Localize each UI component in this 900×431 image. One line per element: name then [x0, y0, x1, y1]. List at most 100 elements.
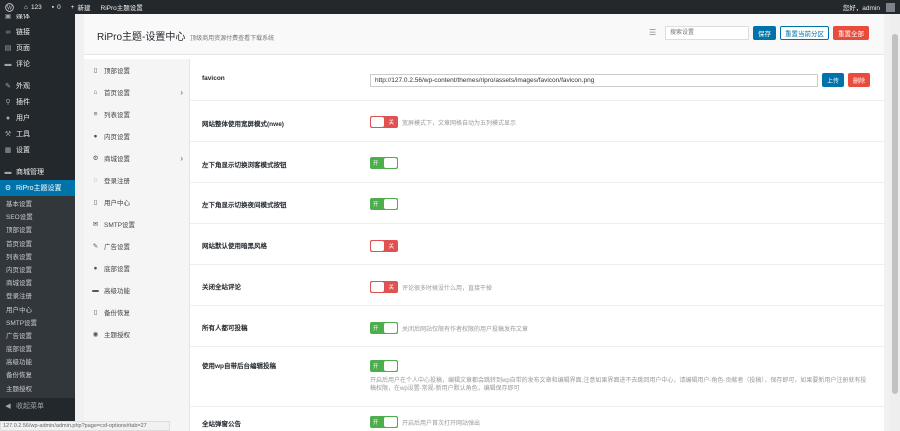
nav-item-home[interactable]: ⌂ 首页设置 ›: [84, 81, 189, 103]
eye-icon: ◉: [92, 331, 99, 338]
status-url: 127.0.2.56/wp-admin/admin.php?page=csf-o…: [0, 421, 170, 431]
field-hint: 关闭后网站仅限有作者权限的用户投稿发布文章: [402, 326, 529, 333]
nav-item-advanced[interactable]: ▬ 高级功能: [84, 279, 189, 301]
field-label: favicon: [202, 75, 225, 82]
nav-item-top[interactable]: ▯ 顶部设置: [84, 59, 189, 81]
user-icon: ●: [5, 114, 11, 122]
menu-item-tools[interactable]: ⚒ 工具: [0, 126, 75, 142]
menu-item-comments[interactable]: ▬ 评论: [0, 56, 75, 72]
new-label: 新建: [77, 5, 91, 12]
open-submit-toggle[interactable]: 开: [370, 322, 398, 334]
field-label: 网站默认使用暗黑风格: [202, 243, 267, 250]
submenu-item[interactable]: 主题授权: [0, 383, 75, 396]
link-icon: ∞: [5, 28, 11, 36]
nav-item-backup[interactable]: ▯ 备份恢复: [84, 301, 189, 323]
menu-item-pages[interactable]: ▤ 页面: [0, 40, 75, 56]
delete-button[interactable]: 删除: [848, 73, 871, 87]
search-input[interactable]: [665, 26, 749, 40]
submenu-item[interactable]: 顶部设置: [0, 224, 75, 237]
my-account-link[interactable]: 您好，admin: [838, 0, 900, 14]
submenu-item[interactable]: 登录注册: [0, 290, 75, 303]
home-icon: ⌂: [24, 3, 28, 11]
gear-icon: ⚙: [92, 155, 99, 162]
wide-mode-toggle[interactable]: 关: [370, 116, 398, 128]
doc-icon: ▯: [93, 309, 98, 316]
submenu-item[interactable]: 用户中心: [0, 304, 75, 317]
doc-icon: ▯: [93, 199, 98, 206]
wp-editor-toggle[interactable]: 开: [370, 360, 398, 372]
submenu-item[interactable]: 底部设置: [0, 343, 75, 356]
menu-item-users[interactable]: ● 用户: [0, 110, 75, 126]
menu-item-appearance[interactable]: ✎ 外观: [0, 78, 75, 94]
submenu-item[interactable]: 备份恢复: [0, 369, 75, 382]
menu-item-ripro-settings[interactable]: ⚙ RiPro主题设置: [0, 180, 75, 196]
media-icon: ▣: [4, 14, 12, 20]
close-comments-toggle[interactable]: 关: [370, 281, 398, 293]
field-label: 左下角显示切换浏客模式按钮: [202, 162, 287, 169]
dark-style-toggle[interactable]: 关: [370, 240, 398, 252]
avatar: [886, 2, 895, 12]
comment-icon: ▬: [4, 60, 12, 68]
field-close-comments: 关闭全站评论 关 评论很多时候没什么用，直接干掉: [190, 265, 884, 306]
theme-settings-link[interactable]: RiPro主题设置: [96, 0, 148, 14]
collapse-icon: ◀: [5, 402, 11, 410]
plus-icon: +: [70, 3, 75, 11]
plugin-icon: ⚲: [5, 99, 11, 106]
page-subtitle: 顶级商用资源付费查看下载系统: [190, 36, 275, 42]
submenu-item[interactable]: SEO设置: [0, 211, 75, 224]
wp-logo-icon[interactable]: W: [0, 0, 19, 14]
nav-item-inner[interactable]: ● 内页设置: [84, 125, 189, 147]
nav-item-license[interactable]: ◉ 主题授权: [84, 323, 189, 345]
field-description: 开启后用户在个人中心投稿，编辑文章都会跳转到wp自带的发布文章和编辑界面,注意如…: [370, 378, 867, 392]
nav-item-footer[interactable]: ● 底部设置: [84, 257, 189, 279]
updates-count: 123: [30, 3, 42, 11]
reset-all-button[interactable]: 重置全部: [833, 26, 869, 40]
comments-link[interactable]: ▪ 0: [47, 0, 66, 14]
submenu-item[interactable]: 列表设置: [0, 251, 75, 264]
favicon-url-input[interactable]: [370, 73, 818, 87]
updates-link[interactable]: ⌂ 123: [19, 0, 47, 14]
field-favicon: favicon 上传 删除: [190, 59, 884, 101]
menu-item-links[interactable]: ∞ 链接: [0, 24, 75, 40]
nav-item-user-center[interactable]: ▯ 用户中心: [84, 191, 189, 213]
circle-icon: ●: [93, 132, 98, 140]
comments-count: 0: [57, 3, 61, 11]
field-night-button: 左下角显示切换夜间模式按钮 开: [190, 183, 884, 224]
night-button-toggle[interactable]: 开: [370, 198, 398, 210]
wrench-icon: ⚒: [4, 131, 12, 138]
mail-icon: ✉: [92, 221, 99, 228]
submenu-item[interactable]: 商城设置: [0, 277, 75, 290]
list-view-icon[interactable]: ☰: [649, 29, 658, 37]
submenu-item[interactable]: 内页设置: [0, 264, 75, 277]
menu-item-settings[interactable]: ▦ 设置: [0, 142, 75, 158]
field-label: 全站弹窗公告: [202, 421, 241, 428]
menu-item-plugins[interactable]: ⚲ 插件: [0, 94, 75, 110]
reset-section-button[interactable]: 重置当前分区: [780, 26, 829, 40]
new-content-link[interactable]: + 新建: [66, 0, 96, 14]
scrollbar-thumb[interactable]: [892, 34, 898, 394]
field-label: 网站整体使用宽屏模式(nwe): [202, 121, 284, 128]
nav-item-login[interactable]: ◌ 登录注册: [84, 169, 189, 191]
menu-item-media[interactable]: ▣ 媒体: [0, 14, 75, 24]
submenu-item[interactable]: 基本设置: [0, 198, 75, 211]
submenu-item[interactable]: 广告设置: [0, 330, 75, 343]
nav-item-smtp[interactable]: ✉ SMTP设置: [84, 213, 189, 235]
save-button[interactable]: 保存: [753, 26, 776, 40]
nav-item-list[interactable]: ≡ 列表设置: [84, 103, 189, 125]
page-title: RiPro主题-设置中心 顶级商用资源付费查看下载系统: [97, 32, 275, 43]
field-hint: 评论很多时候没什么用，直接干掉: [402, 285, 493, 292]
submenu-item[interactable]: SMTP设置: [0, 317, 75, 330]
site-notice-toggle[interactable]: 开: [370, 416, 398, 428]
upload-button[interactable]: 上传: [822, 73, 845, 87]
submenu-item[interactable]: 高级功能: [0, 356, 75, 369]
guest-button-toggle[interactable]: 开: [370, 157, 398, 169]
brush-icon: ✎: [5, 83, 11, 90]
nav-item-shop[interactable]: ⚙ 商城设置 ›: [84, 147, 189, 169]
page-scrollbar[interactable]: [890, 14, 900, 431]
submenu-item[interactable]: 首页设置: [0, 238, 75, 251]
collapse-menu-button[interactable]: ◀ 收起菜单: [0, 398, 75, 414]
menu-item-shop[interactable]: ▬ 商城管理: [0, 164, 75, 180]
nav-item-ads[interactable]: ✎ 广告设置: [84, 235, 189, 257]
admin-menu: ▣ 媒体 ∞ 链接 ▤ 页面 ▬ 评论 ✎ 外观 ⚲ 插件 ● 用户 ⚒ 工具 ▦ 设置 ▬ 商城管…: [0, 14, 75, 431]
circle-icon: ●: [93, 264, 98, 272]
